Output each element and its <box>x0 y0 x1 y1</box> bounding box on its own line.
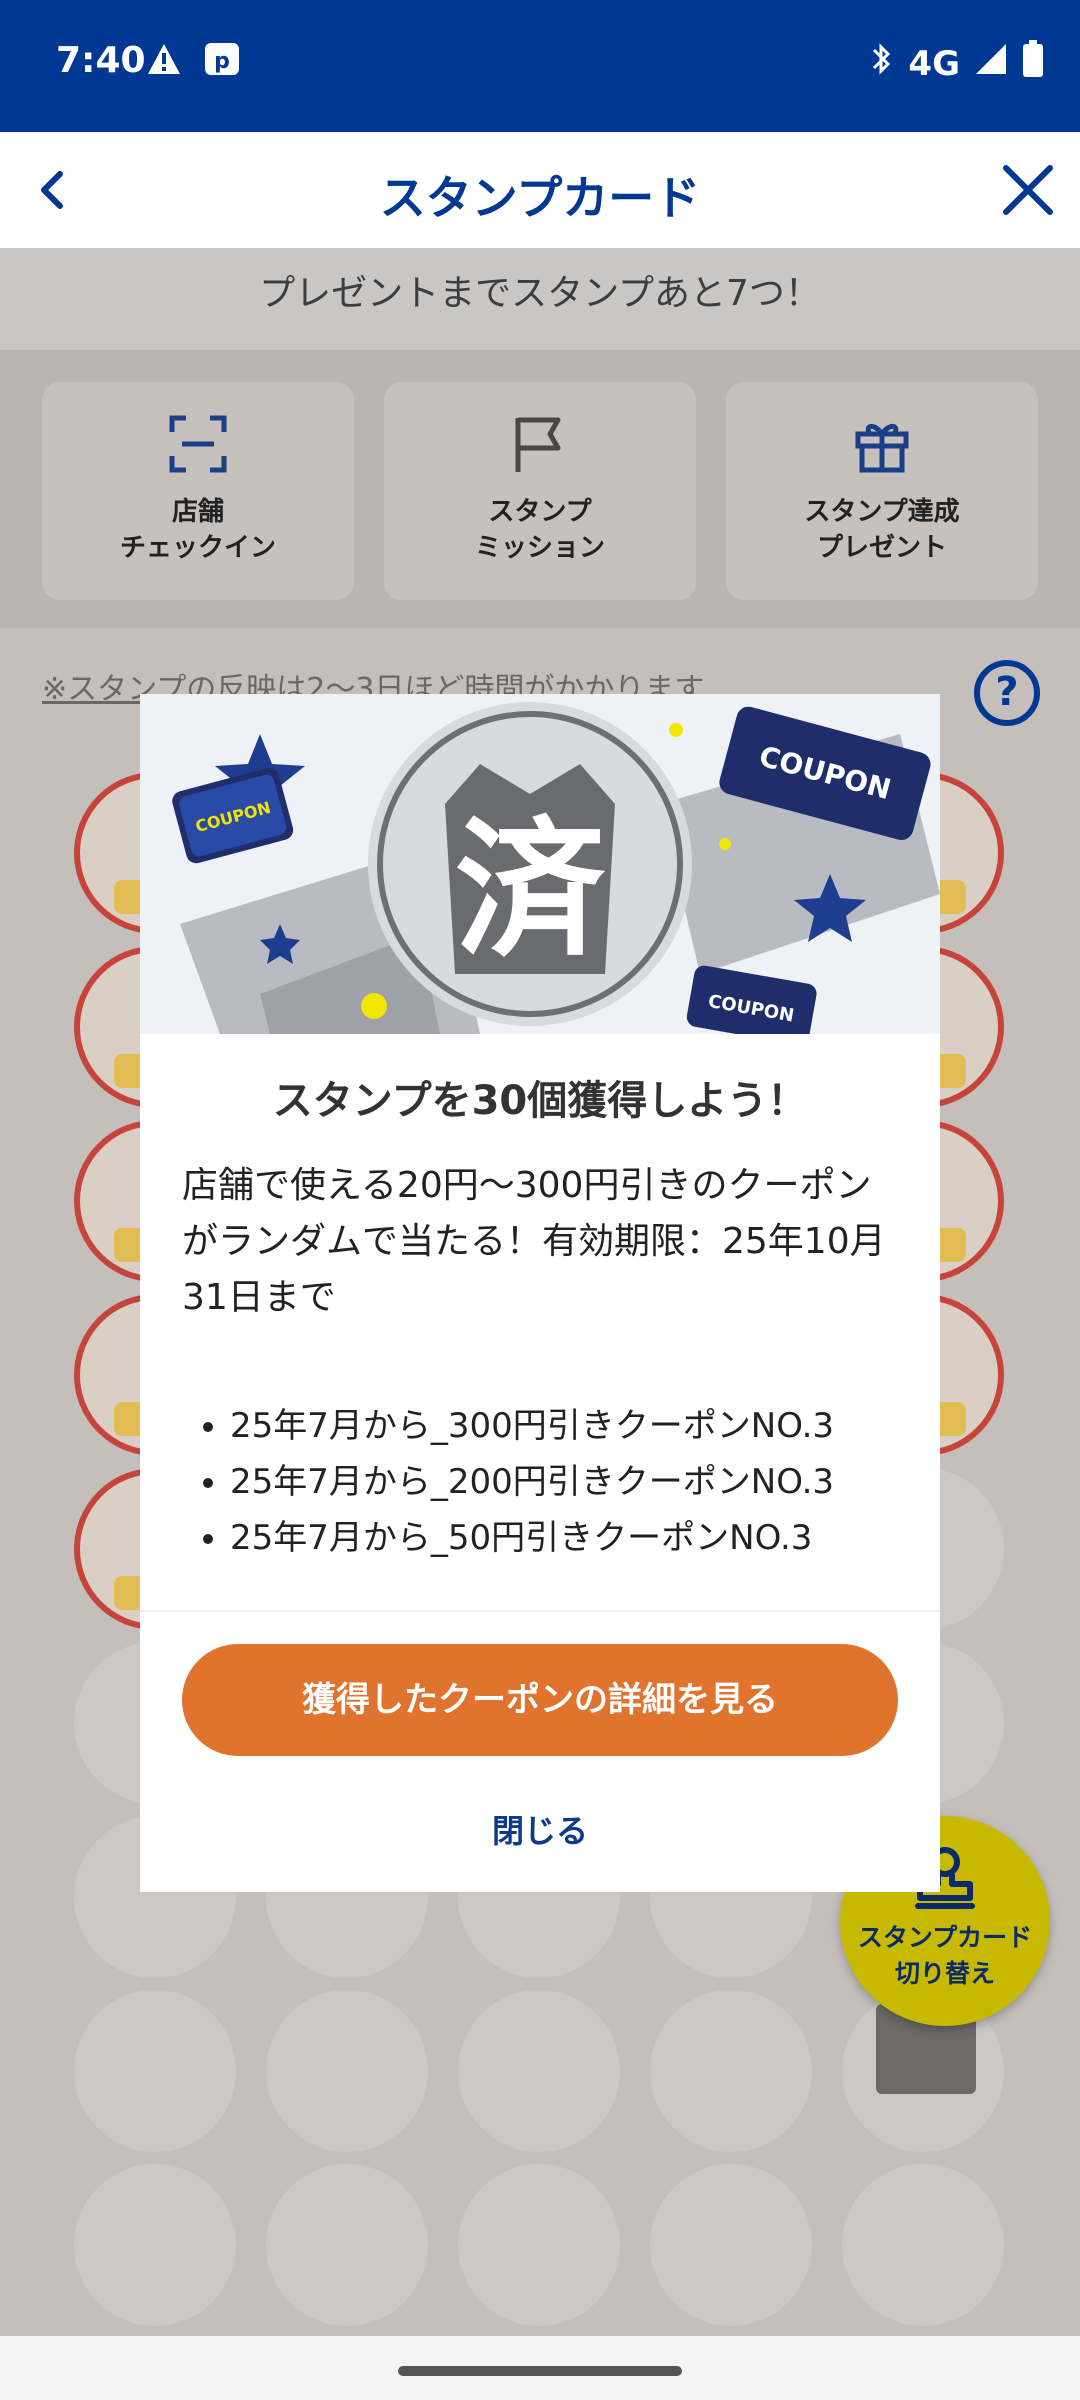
network-type: 4G <box>908 43 960 84</box>
warning-icon <box>146 42 182 80</box>
stamp-empty <box>650 2164 812 2326</box>
battery-icon <box>1022 40 1044 87</box>
remaining-notice: プレゼントまでスタンプあと7つ！ <box>0 248 1080 350</box>
status-time: 7:40 <box>56 40 146 81</box>
bluetooth-icon <box>868 41 894 86</box>
system-nav-bar <box>0 2336 1080 2400</box>
signal-icon <box>974 42 1008 85</box>
stamp-empty <box>266 2164 428 2326</box>
menu-mission-button[interactable]: スタンプ ミッション <box>384 382 696 600</box>
list-item: 25年7月から_200円引きクーポンNO.3 <box>230 1454 910 1510</box>
p-app-icon: p <box>204 42 240 80</box>
gift-icon <box>852 414 912 474</box>
stamp-empty <box>650 1990 812 2152</box>
flag-icon <box>510 414 570 474</box>
view-coupon-details-button[interactable]: 獲得したクーポンの詳細を見る <box>182 1644 898 1756</box>
home-handle[interactable] <box>398 2366 682 2376</box>
menu-present-label: スタンプ達成 プレゼント <box>804 497 960 563</box>
menu-strip: 店舗 チェックイン スタンプ ミッション スタンプ達成 プレゼント <box>0 350 1080 628</box>
menu-mission-label: スタンプ ミッション <box>474 497 605 563</box>
stamp-empty <box>266 1990 428 2152</box>
status-bar: 7:40 p 4G <box>0 0 1080 132</box>
scan-icon <box>168 414 228 474</box>
modal-description: 店舗で使える20円〜300円引きのクーポンがランダムで当たる！有効期限：25年1… <box>182 1165 886 1318</box>
help-icon[interactable]: ? <box>974 660 1040 726</box>
modal-hero-illustration: 済 COUPON COUPON COUPON <box>140 694 940 1034</box>
stamp-empty <box>842 2164 1004 2326</box>
svg-text:p: p <box>214 49 230 74</box>
stamp-empty <box>74 1990 236 2152</box>
menu-checkin-button[interactable]: 店舗 チェックイン <box>42 382 354 600</box>
menu-checkin-label: 店舗 チェックイン <box>119 497 276 563</box>
close-modal-button[interactable]: 閉じる <box>140 1806 940 1852</box>
list-item: 25年7月から_300円引きクーポンNO.3 <box>230 1398 910 1454</box>
page-title: スタンプカード <box>379 171 701 225</box>
switch-stampcard-label: スタンプカード 切り替え <box>857 1923 1033 1988</box>
menu-present-button[interactable]: スタンプ達成 プレゼント <box>726 382 1038 600</box>
divider <box>140 1610 940 1612</box>
modal-title: スタンプを30個獲得しよう！ <box>272 1078 808 1124</box>
stamp-empty <box>458 1990 620 2152</box>
reward-modal: 済 COUPON COUPON COUPON スタンプを30個獲得しよう！ 店舗… <box>140 694 940 1892</box>
app-header: スタンプカード <box>0 132 1080 248</box>
stamp-empty <box>74 2164 236 2326</box>
coupon-list: 25年7月から_300円引きクーポンNO.3 25年7月から_200円引きクーポ… <box>230 1398 910 1566</box>
stamp-empty <box>458 2164 620 2326</box>
status-right: 4G <box>868 40 1044 87</box>
list-item: 25年7月から_50円引きクーポンNO.3 <box>230 1510 910 1566</box>
hero-done-glyph: 済 <box>455 804 606 978</box>
close-icon[interactable] <box>996 158 1060 222</box>
